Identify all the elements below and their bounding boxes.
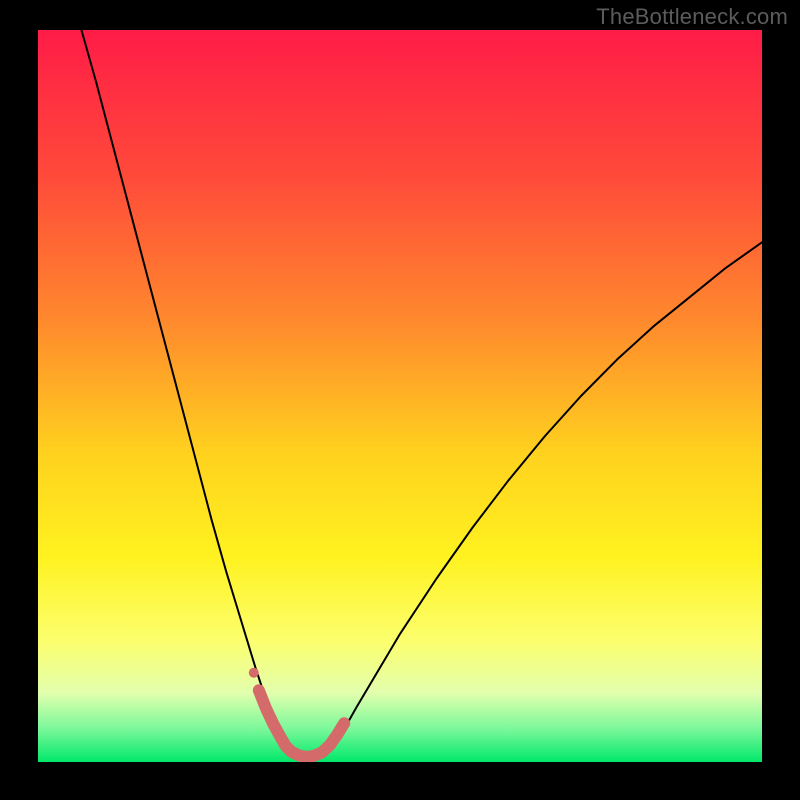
bottleneck-curve [81,30,762,760]
curve-layer [38,30,762,762]
watermark-text: TheBottleneck.com [596,4,788,30]
highlight-band [259,690,344,757]
chart-frame: TheBottleneck.com [0,0,800,800]
plot-area [38,30,762,762]
highlight-dot [249,668,259,678]
